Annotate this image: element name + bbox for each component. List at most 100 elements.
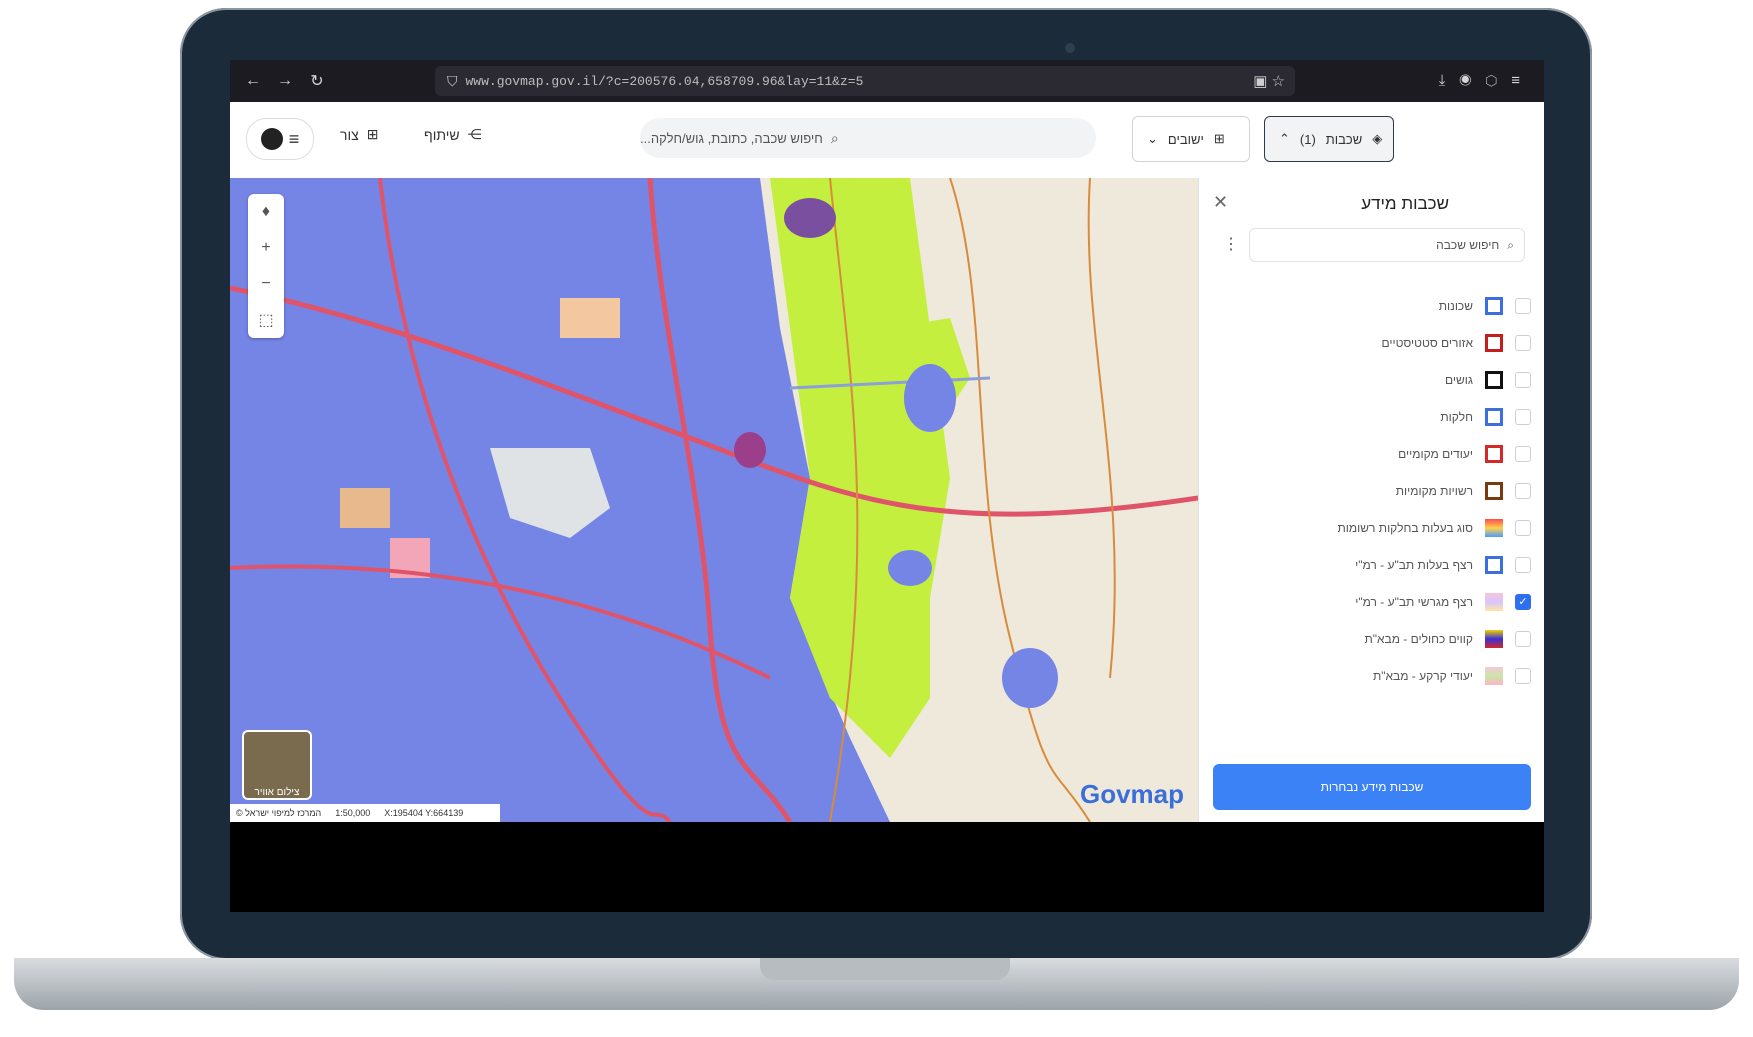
search-input[interactable]: ⌕ חיפוש שכבה, כתובת, גוש/חלקה... <box>640 118 1096 158</box>
layer-swatch <box>1485 556 1503 574</box>
kebab-menu-icon[interactable]: ⋮ <box>1223 234 1239 254</box>
map-layer[interactable] <box>230 178 1198 822</box>
checkbox[interactable] <box>1515 557 1531 573</box>
add-square-icon: ⊞ <box>366 126 379 142</box>
url-text[interactable]: www.govmap.gov.il/?c=200576.04,658709.96… <box>466 74 864 89</box>
copyright-text: © המרכז למיפוי ישראל <box>236 808 322 818</box>
close-icon[interactable]: ✕ <box>1213 192 1228 213</box>
layer-row[interactable]: אזורים סטטיסטיים <box>1211 325 1531 361</box>
layers-label: שכבות <box>1325 131 1363 147</box>
layer-label: יעודים מקומיים <box>1398 447 1473 461</box>
back-icon[interactable]: ← <box>244 72 262 90</box>
zoom-out-button[interactable]: − <box>248 266 284 302</box>
laptop-notch <box>760 958 1010 980</box>
checkbox[interactable] <box>1515 298 1531 314</box>
basemap-toggle[interactable]: צילום אוויר <box>242 730 312 800</box>
layers-dropdown[interactable]: ⌃ (1) שכבות ◈ <box>1264 116 1394 162</box>
layer-swatch <box>1485 445 1503 463</box>
checkbox[interactable] <box>1515 446 1531 462</box>
selected-layers-button[interactable]: שכבות מידע נבחרות <box>1213 764 1531 810</box>
coords-text: X:195404 Y:664139 <box>384 808 464 818</box>
layer-label: אזורים סטטיסטיים <box>1381 336 1473 350</box>
screen-bottom <box>230 822 1544 912</box>
draw-button[interactable]: צור ⊞ <box>340 126 378 143</box>
hamburger-icon: ≡ <box>288 128 300 149</box>
address-bar[interactable]: ⛉ www.govmap.gov.il/?c=200576.04,658709.… <box>435 66 1295 96</box>
layer-swatch <box>1485 482 1503 500</box>
search-icon: ⌕ <box>1507 237 1514 252</box>
layer-row[interactable]: סוג בעלות בחלקות רשומות <box>1211 510 1531 546</box>
layer-swatch <box>1485 593 1503 611</box>
layer-label: רצף בעלות תב"ע - רמ"י <box>1355 558 1473 572</box>
checkbox[interactable] <box>1515 335 1531 351</box>
forward-icon[interactable]: → <box>276 72 294 90</box>
shield-icon[interactable]: ⛉ <box>447 73 458 90</box>
layer-row[interactable]: גושים <box>1211 362 1531 398</box>
layer-swatch <box>1485 297 1503 315</box>
layer-swatch <box>1485 519 1503 537</box>
layer-search-placeholder: חיפוש שכבה <box>1436 238 1500 252</box>
camera-icon <box>1065 43 1075 53</box>
layer-swatch <box>1485 630 1503 648</box>
checkbox[interactable] <box>1515 668 1531 684</box>
settlements-dropdown[interactable]: ⌄ ישובים ⊞ <box>1132 116 1250 162</box>
layer-swatch <box>1485 667 1503 685</box>
checkbox[interactable] <box>1515 520 1531 536</box>
layers-icon: ◈ <box>1372 131 1383 146</box>
govmap-logo: Govmap <box>1079 779 1184 809</box>
browser-extension-icons[interactable]: ⤓◉⬡≡ <box>1439 72 1534 89</box>
search-icon: ⌕ <box>830 129 839 146</box>
layer-label: רצף מגרשי תב"ע - רמ"י <box>1355 595 1473 609</box>
scale-text: 1:50,000 <box>335 808 371 818</box>
basemap-label: צילום אוויר <box>254 787 300 798</box>
map-controls: ♦ + − ⬚ <box>248 194 284 338</box>
layer-row[interactable]: חלקות <box>1211 399 1531 435</box>
share-icon: ⋲ <box>467 126 482 142</box>
map-footer: © המרכז למיפוי ישראל 1:50,000 X:195404 Y… <box>230 804 500 822</box>
reload-icon[interactable]: ↻ <box>308 71 326 91</box>
layer-swatch <box>1485 408 1503 426</box>
checkbox-checked[interactable]: ✓ <box>1515 594 1531 610</box>
layer-row[interactable]: יעודי קרקע - מבא"ת <box>1211 658 1531 694</box>
panel-title: שכבות מידע <box>1361 194 1449 213</box>
layer-swatch <box>1485 334 1503 352</box>
checkbox[interactable] <box>1515 483 1531 499</box>
user-menu-button[interactable]: ≡ <box>246 118 314 160</box>
zoom-in-button[interactable]: + <box>248 230 284 266</box>
layer-search-input[interactable]: ⌕ חיפוש שכבה <box>1249 228 1525 262</box>
layer-row[interactable]: רשויות מקומיות <box>1211 473 1531 509</box>
checkbox[interactable] <box>1515 409 1531 425</box>
browser-toolbar: ← → ↻ ⛉ www.govmap.gov.il/?c=200576.04,6… <box>230 60 1544 102</box>
layer-label: גושים <box>1445 373 1473 387</box>
map-canvas[interactable]: ♦ + − ⬚ צילום אוויר Govmap © המרכז למיפו… <box>230 178 1198 822</box>
layer-label: חלקות <box>1440 410 1473 424</box>
layers-panel: ✕ שכבות מידע ⋮ ⌕ חיפוש שכבה שכונות אזורים… <box>1198 178 1544 822</box>
layer-row[interactable]: יעודים מקומיים <box>1211 436 1531 472</box>
screen: ← → ↻ ⛉ www.govmap.gov.il/?c=200576.04,6… <box>230 60 1544 912</box>
layer-row[interactable]: שכונות <box>1211 288 1531 324</box>
layers-count: (1) <box>1299 131 1316 147</box>
share-button[interactable]: שיתוף ⋲ <box>424 126 482 143</box>
compass-icon[interactable]: ♦ <box>248 194 284 230</box>
checkbox[interactable] <box>1515 631 1531 647</box>
layer-label: רשויות מקומיות <box>1395 484 1473 498</box>
govmap-app: ≡ צור ⊞ שיתוף ⋲ ⌕ חיפוש שכבה, כתובת, גוש… <box>230 102 1544 822</box>
select-area-icon[interactable]: ⬚ <box>248 302 284 338</box>
layer-row[interactable]: רצף בעלות תב"ע - רמ"י <box>1211 547 1531 583</box>
layer-label: סוג בעלות בחלקות רשומות <box>1337 521 1474 535</box>
draw-label: צור <box>340 126 359 143</box>
layer-label: קווים כחולים - מבא"ת <box>1364 632 1473 646</box>
search-placeholder: חיפוש שכבה, כתובת, גוש/חלקה... <box>640 130 823 146</box>
app-header: ≡ צור ⊞ שיתוף ⋲ ⌕ חיפוש שכבה, כתובת, גוש… <box>230 102 1544 179</box>
share-label: שיתוף <box>424 126 460 143</box>
layer-label: יעודי קרקע - מבא"ת <box>1372 669 1473 683</box>
buildings-icon: ⊞ <box>1213 131 1225 146</box>
layer-label: שכונות <box>1438 299 1473 313</box>
layer-row[interactable]: ✓ רצף מגרשי תב"ע - רמ"י <box>1211 584 1531 620</box>
layer-swatch <box>1485 371 1503 389</box>
layer-row[interactable]: קווים כחולים - מבא"ת <box>1211 621 1531 657</box>
bookmark-star-icon[interactable]: ▣ ☆ <box>1253 72 1285 90</box>
chevron-down-icon: ⌄ <box>1147 131 1158 146</box>
checkbox[interactable] <box>1515 372 1531 388</box>
chevron-up-icon: ⌃ <box>1279 131 1290 146</box>
